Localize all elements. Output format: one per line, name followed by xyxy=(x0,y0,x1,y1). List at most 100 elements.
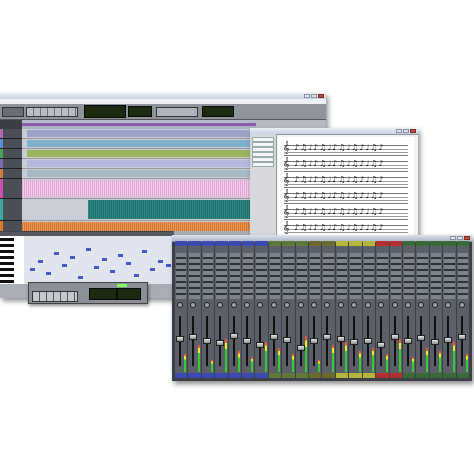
insert-slots[interactable] xyxy=(444,253,455,299)
strip-name-plate[interactable] xyxy=(201,373,215,378)
maximize-icon[interactable] xyxy=(403,129,409,133)
volume-fader[interactable] xyxy=(363,338,372,344)
strip-name-plate[interactable] xyxy=(268,373,282,378)
volume-fader[interactable] xyxy=(189,333,198,340)
channel-strip[interactable] xyxy=(443,241,456,378)
score-notes[interactable]: ♪♫♩♪♫♩♪♫♩♫♪♩♫♪ xyxy=(294,189,384,203)
score-page[interactable]: 𝄞 ♪♫♩♪♫♩♪♫♩♫♪♩♫♪ 𝄞 ♪♫♩♪♫♩♪♫♩♫♪♩♫♪ 𝄞 ♪♫♩♪♫♩♪♫♩… xyxy=(278,137,414,237)
strip-name-plate[interactable] xyxy=(376,373,389,378)
midi-note[interactable] xyxy=(70,256,75,259)
midi-note[interactable] xyxy=(38,260,43,263)
midi-note[interactable] xyxy=(134,274,139,277)
pan-knob[interactable] xyxy=(190,302,197,308)
score-staff[interactable]: 𝄞 ♪♫♩♪♫♩♪♫♩♫♪♩♫♪ xyxy=(283,173,408,188)
midi-note[interactable] xyxy=(166,264,171,267)
audio-region[interactable] xyxy=(22,222,252,231)
minimize-icon[interactable] xyxy=(304,94,310,98)
strip-name-plate[interactable] xyxy=(389,373,402,378)
close-icon[interactable] xyxy=(410,129,416,133)
score-staff[interactable]: 𝄞 ♪♫♩♪♫♩♪♫♩♫♪♩♫♪ xyxy=(283,189,408,204)
audio-region[interactable] xyxy=(22,180,256,197)
volume-fader[interactable] xyxy=(216,340,225,347)
channel-strip[interactable] xyxy=(456,241,469,378)
insert-slots[interactable] xyxy=(283,253,294,299)
midi-note[interactable] xyxy=(62,264,67,267)
midi-note[interactable] xyxy=(118,254,123,257)
piano-key[interactable] xyxy=(0,280,14,283)
strip-name-plate[interactable] xyxy=(416,373,429,378)
pan-knob[interactable] xyxy=(364,302,371,308)
track-lane[interactable] xyxy=(22,221,256,231)
strip-name-plate[interactable] xyxy=(295,373,309,378)
score-notes[interactable]: ♪♫♩♪♫♩♪♫♩♫♪♩♫♪ xyxy=(294,221,384,235)
volume-fader[interactable] xyxy=(350,339,359,346)
midi-notes[interactable] xyxy=(26,238,172,282)
track-lane[interactable] xyxy=(22,169,256,179)
track-header[interactable] xyxy=(0,139,22,149)
channel-strip[interactable] xyxy=(402,241,416,378)
volume-fader[interactable] xyxy=(243,338,252,344)
midi-note[interactable] xyxy=(102,258,107,261)
volume-fader[interactable] xyxy=(444,337,453,344)
pan-knob[interactable] xyxy=(230,302,237,308)
audio-region[interactable] xyxy=(26,140,252,147)
piano-key[interactable] xyxy=(0,256,14,259)
midi-note[interactable] xyxy=(150,268,155,271)
audio-region[interactable] xyxy=(87,200,252,219)
strip-name-plate[interactable] xyxy=(322,373,335,378)
edit-mode-buttons[interactable] xyxy=(2,107,24,117)
strip-name-plate[interactable] xyxy=(215,373,228,378)
piano-key[interactable] xyxy=(0,262,14,265)
channel-strip[interactable] xyxy=(188,241,201,378)
track-lane[interactable] xyxy=(22,179,256,199)
volume-fader[interactable] xyxy=(256,342,265,349)
midi-note[interactable] xyxy=(142,250,147,253)
track-header[interactable] xyxy=(0,221,22,231)
insert-slots[interactable] xyxy=(202,253,214,299)
channel-strip[interactable] xyxy=(228,241,242,378)
score-notes[interactable]: ♪♫♩♪♫♩♪♫♩♫♪♩♫♪ xyxy=(294,173,384,187)
channel-strip[interactable] xyxy=(268,241,282,378)
insert-slots[interactable] xyxy=(189,253,200,299)
channel-strip[interactable] xyxy=(349,241,362,378)
edit-tools[interactable] xyxy=(26,107,78,117)
score-notes[interactable]: ♪♫♩♪♫♩♪♫♩♫♪♩♫♪ xyxy=(294,141,384,155)
midi-note[interactable] xyxy=(30,268,35,271)
track-lane[interactable] xyxy=(22,139,256,149)
pan-knob[interactable] xyxy=(458,302,465,308)
strip-name-plate[interactable] xyxy=(282,373,295,378)
midi-note[interactable] xyxy=(110,270,115,273)
track-header[interactable] xyxy=(0,179,22,199)
piano-key[interactable] xyxy=(0,268,14,271)
score-track-list[interactable] xyxy=(250,134,277,239)
insert-slots[interactable] xyxy=(350,253,361,299)
pan-knob[interactable] xyxy=(418,302,425,308)
midi-note[interactable] xyxy=(54,252,59,255)
strip-name-plate[interactable] xyxy=(175,373,188,378)
strip-name-plate[interactable] xyxy=(228,373,242,378)
channel-strip[interactable] xyxy=(175,241,188,378)
midi-note[interactable] xyxy=(158,260,163,263)
score-staff[interactable]: 𝄞 ♪♫♩♪♫♩♪♫♩♫♪♩♫♪ xyxy=(283,205,408,220)
pan-knob[interactable] xyxy=(337,302,344,308)
track-header[interactable] xyxy=(0,199,22,221)
insert-slots[interactable] xyxy=(256,253,267,299)
track-header[interactable] xyxy=(0,169,22,179)
volume-fader[interactable] xyxy=(176,335,184,342)
pan-knob[interactable] xyxy=(431,302,438,308)
score-track-row[interactable] xyxy=(252,162,274,167)
insert-slots[interactable] xyxy=(417,253,428,299)
insert-slots[interactable] xyxy=(229,253,241,299)
strip-name-plate[interactable] xyxy=(188,373,201,378)
midi-note[interactable] xyxy=(78,276,83,279)
volume-fader[interactable] xyxy=(202,338,211,344)
track-header[interactable] xyxy=(0,129,22,139)
insert-slots[interactable] xyxy=(296,253,308,299)
insert-slots[interactable] xyxy=(216,253,227,299)
pan-knob[interactable] xyxy=(324,302,331,308)
volume-fader[interactable] xyxy=(323,333,332,340)
track-header[interactable] xyxy=(0,159,22,169)
midi-note[interactable] xyxy=(46,272,51,275)
insert-slots[interactable] xyxy=(363,253,375,299)
insert-slots[interactable] xyxy=(269,253,281,299)
